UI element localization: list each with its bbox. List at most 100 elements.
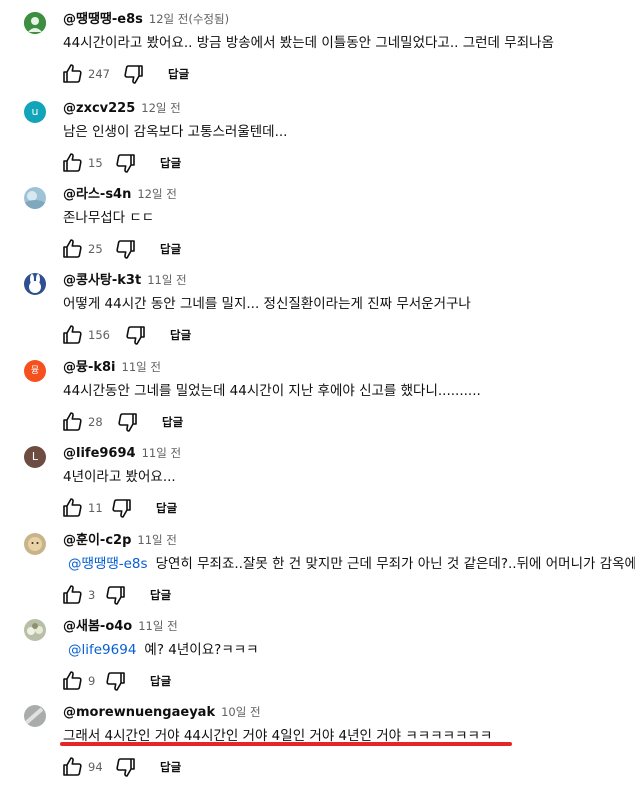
comment-header: @life9694 11일 전 [63, 442, 181, 464]
thumbs-down-icon [124, 65, 143, 84]
thumbs-up-icon [63, 412, 82, 431]
like-button[interactable] [60, 583, 84, 607]
thumbs-up-icon [63, 64, 82, 83]
avatar[interactable] [24, 273, 46, 295]
like-button[interactable] [60, 755, 84, 779]
comment-time[interactable]: 12일 전 [141, 101, 180, 115]
dislike-button[interactable] [104, 669, 128, 693]
thumbs-up-icon [63, 239, 82, 258]
comment-time[interactable]: 11일 전 [142, 446, 181, 460]
dislike-button[interactable] [110, 496, 134, 520]
comment-author[interactable]: @새봄-o4o [63, 619, 132, 634]
comment-text: 44시간이라고 봤어요.. 방금 방송에서 봤는데 이틀동안 그네밀었다고.. … [63, 35, 554, 51]
dislike-button[interactable] [124, 323, 148, 347]
comment-header: @zxcv225 12일 전 [63, 97, 181, 119]
dislike-button[interactable] [104, 583, 128, 607]
like-button[interactable] [60, 323, 84, 347]
comment-text: @life9694 예? 4년이요?ㅋㅋㅋ [68, 640, 259, 660]
avatar[interactable] [24, 533, 46, 555]
comment-time[interactable]: 11일 전 [137, 533, 176, 547]
like-button[interactable] [60, 237, 84, 261]
dislike-button[interactable] [114, 755, 138, 779]
dislike-button[interactable] [114, 237, 138, 261]
comment-text: 44시간동안 그네를 밀었는데 44시간이 지난 후에야 신고를 했다니....… [63, 383, 481, 399]
like-count: 28 [88, 415, 103, 429]
avatar[interactable] [24, 187, 46, 209]
like-count: 247 [88, 67, 110, 81]
comment-text: 어떻게 44시간 동안 그네를 밀지... 정신질환이라는게 진짜 무서운거구나 [63, 296, 471, 312]
comment-actions: 247 답글 [60, 62, 260, 86]
comment-item: @새봄-o4o 11일 전 @life9694 예? 4년이요?ㅋㅋㅋ 9 답글 [0, 615, 635, 700]
comment-header: @뮹-k8i 11일 전 [63, 356, 161, 378]
thumbs-down-icon [116, 240, 135, 259]
like-count: 11 [88, 501, 103, 515]
reply-button[interactable]: 답글 [150, 672, 171, 690]
like-count: 15 [88, 156, 103, 170]
comment-author[interactable]: @라스-s4n [63, 187, 131, 202]
comment-author[interactable]: @땡땡땡-e8s [63, 12, 143, 27]
comment-header: @콩사탕-k3t 11일 전 [63, 269, 187, 291]
like-count: 3 [88, 588, 96, 602]
thumbs-up-icon [63, 498, 82, 517]
comment-item: @라스-s4n 12일 전 존나무섭다 ㄷㄷ 25 답글 [0, 183, 635, 268]
comment-actions: 28 답글 [60, 410, 260, 434]
avatar[interactable] [24, 619, 46, 641]
comment-time[interactable]: 12일 전 [137, 187, 176, 201]
comment-header: @땡땡땡-e8s 12일 전(수정됨) [63, 8, 229, 30]
reply-button[interactable]: 답글 [170, 326, 191, 344]
comment-actions: 156 답글 [60, 323, 260, 347]
avatar[interactable] [24, 12, 46, 34]
comment-actions: 3 답글 [60, 583, 260, 607]
user-avatar-icon [24, 12, 46, 34]
reply-button[interactable]: 답글 [160, 154, 181, 172]
comment-time[interactable]: 12일 전(수정됨) [149, 12, 229, 26]
avatar[interactable] [24, 705, 46, 727]
dislike-button[interactable] [116, 410, 140, 434]
like-button[interactable] [60, 151, 84, 175]
comment-author[interactable]: @뮹-k8i [63, 360, 116, 375]
reply-button[interactable]: 답글 [156, 499, 177, 517]
comment-text: 4년이라고 봤어요... [63, 469, 176, 485]
thumbs-up-icon [63, 671, 82, 690]
user-avatar-icon [24, 619, 46, 641]
comment-time[interactable]: 11일 전 [147, 273, 186, 287]
comment-time[interactable]: 11일 전 [122, 360, 161, 374]
comment-author[interactable]: @life9694 [63, 446, 136, 461]
comment-text: 존나무섭다 ㄷㄷ [63, 210, 155, 226]
comment-author[interactable]: @훈이-c2p [63, 533, 131, 548]
comment-text: @땡땡땡-e8s 당연히 무죄죠..잘못 한 건 맞지만 근데 무죄가 아닌 것 … [68, 554, 635, 574]
dislike-button[interactable] [114, 151, 138, 175]
comment-text: 남은 인생이 감옥보다 고통스러울텐데... [63, 124, 288, 140]
like-button[interactable] [60, 410, 84, 434]
comment-author[interactable]: @morewnuengaeyak [63, 705, 215, 720]
like-count: 9 [88, 674, 96, 688]
reply-button[interactable]: 답글 [162, 413, 183, 431]
comment-item: L @life9694 11일 전 4년이라고 봤어요... 11 답글 [0, 442, 635, 527]
dislike-button[interactable] [122, 62, 146, 86]
avatar[interactable]: 뮹 [24, 360, 46, 382]
comment-item: @콩사탕-k3t 11일 전 어떻게 44시간 동안 그네를 밀지... 정신질환… [0, 269, 635, 354]
like-button[interactable] [60, 62, 84, 86]
avatar[interactable]: L [24, 446, 46, 468]
reply-button[interactable]: 답글 [150, 586, 171, 604]
comment-time[interactable]: 10일 전 [221, 705, 260, 719]
comment-actions: 9 답글 [60, 669, 260, 693]
thumbs-up-icon [63, 585, 82, 604]
avatar[interactable]: u [24, 101, 46, 123]
like-button[interactable] [60, 496, 84, 520]
thumbs-down-icon [112, 499, 131, 518]
comment-time[interactable]: 11일 전 [138, 619, 177, 633]
comment-author[interactable]: @zxcv225 [63, 101, 135, 116]
like-button[interactable] [60, 669, 84, 693]
like-count: 156 [88, 328, 110, 342]
mention-link[interactable]: @life9694 [68, 642, 136, 658]
comment-actions: 94 답글 [60, 755, 260, 779]
user-avatar-icon [24, 533, 46, 555]
comment-item: @땡땡땡-e8s 12일 전(수정됨) 44시간이라고 봤어요.. 방금 방송에서… [0, 8, 635, 93]
comment-item: u @zxcv225 12일 전 남은 인생이 감옥보다 고통스러울텐데... 1… [0, 97, 635, 182]
reply-button[interactable]: 답글 [160, 240, 181, 258]
reply-button[interactable]: 답글 [168, 65, 189, 83]
mention-link[interactable]: @땡땡땡-e8s [68, 556, 148, 572]
thumbs-down-icon [118, 413, 137, 432]
comment-author[interactable]: @콩사탕-k3t [63, 273, 141, 288]
